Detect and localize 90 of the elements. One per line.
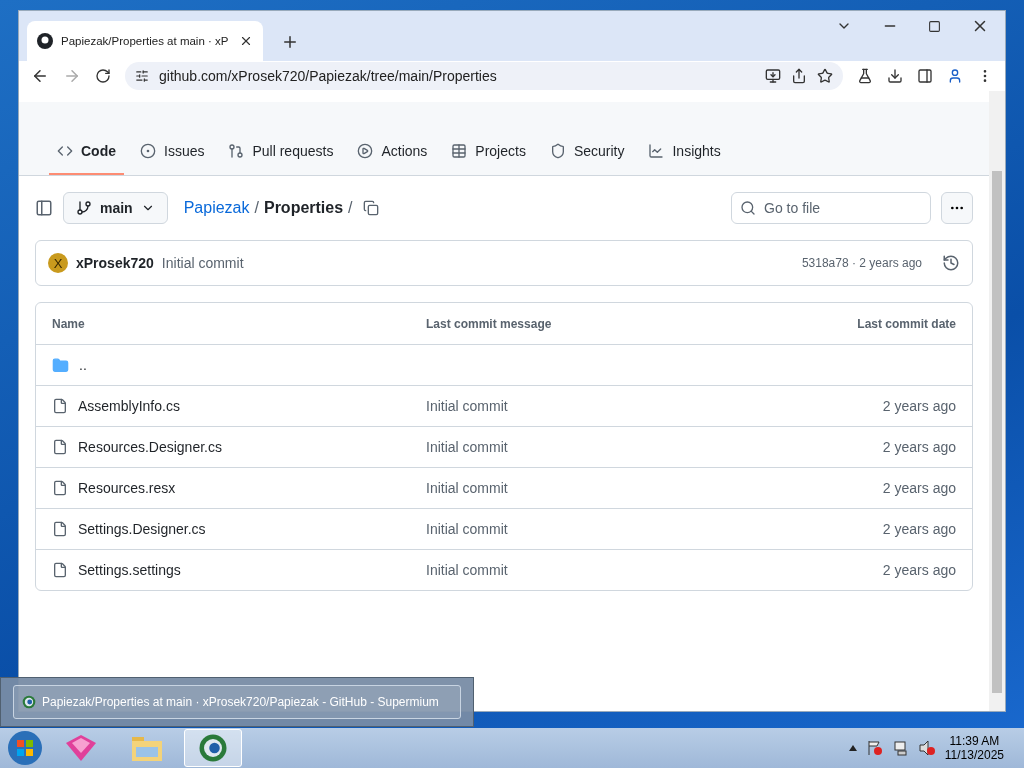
download-icon[interactable] xyxy=(887,68,903,84)
file-row[interactable]: Resources.resx Initial commit 2 years ago xyxy=(36,467,972,508)
column-header: Last commit date xyxy=(856,316,956,331)
start-button[interactable] xyxy=(6,729,44,767)
address-bar[interactable]: github.com/xProsek720/Papiezak/tree/main/Properties xyxy=(125,62,843,90)
side-panel-icon[interactable] xyxy=(35,199,53,217)
url-text: github.com/xProsek720/Papiezak/tree/main/Properties xyxy=(159,68,498,84)
breadcrumb-link[interactable]: Papiezak xyxy=(183,199,250,217)
clock[interactable]: 11:39 AM 11/13/2025 xyxy=(944,734,1004,762)
cube-icon xyxy=(64,733,98,763)
folder-icon xyxy=(52,356,69,374)
maximize-icon[interactable] xyxy=(928,19,941,33)
back-icon[interactable] xyxy=(31,67,49,85)
repo-tab[interactable]: Projects xyxy=(443,129,534,175)
file-name[interactable]: .. xyxy=(79,357,87,373)
code-icon xyxy=(57,143,73,159)
placeholder: Go to file xyxy=(764,200,821,216)
tab-title: Papiezak/Properties at main · xP xyxy=(61,35,230,47)
site-settings-icon[interactable] xyxy=(135,69,149,83)
column-header: Last commit message xyxy=(426,316,553,331)
history-icon[interactable] xyxy=(942,254,960,272)
column-header: Name xyxy=(52,316,86,331)
browser-icon xyxy=(22,695,36,709)
breadcrumb-current: Properties xyxy=(263,199,344,217)
flag-icon[interactable] xyxy=(866,740,883,756)
file-name[interactable]: Settings.Designer.cs xyxy=(78,521,206,537)
browser-icon xyxy=(198,733,228,763)
muted-speaker-icon[interactable] xyxy=(918,740,935,756)
file-name[interactable]: AssemblyInfo.cs xyxy=(78,398,180,414)
network-icon[interactable] xyxy=(892,740,909,756)
breadcrumb-separator: / xyxy=(348,199,353,217)
reload-icon[interactable] xyxy=(95,68,111,84)
commit-message-cell[interactable]: Initial commit xyxy=(426,562,756,578)
commit-message-cell[interactable]: Initial commit xyxy=(426,521,756,537)
file-name[interactable]: Settings.settings xyxy=(78,562,181,578)
file-icon xyxy=(52,562,68,578)
repo-tab[interactable]: Actions xyxy=(349,129,436,175)
browser-tab[interactable]: Papiezak/Properties at main · xP xyxy=(27,21,263,61)
file-row[interactable]: Settings.settings Initial commit 2 years ago xyxy=(36,549,972,590)
go-to-file-field[interactable]: Go to file xyxy=(731,192,931,224)
pull-request-icon xyxy=(228,143,245,159)
avatar: X xyxy=(48,253,68,273)
commit-date-cell-text: 2 years ago xyxy=(881,398,956,414)
branch-button[interactable]: main xyxy=(63,192,168,224)
file-icon xyxy=(52,480,68,496)
star-icon[interactable] xyxy=(817,68,833,84)
commit-message-cell[interactable]: Initial commit xyxy=(426,480,756,496)
repo-tab[interactable]: Pull requests xyxy=(220,129,342,175)
file-icon xyxy=(52,521,68,537)
share-icon[interactable] xyxy=(791,68,807,84)
scrollbar[interactable] xyxy=(989,91,1005,711)
github-logo-icon xyxy=(37,33,53,49)
side-panel-icon[interactable] xyxy=(917,68,933,84)
show-hidden-icons-icon[interactable] xyxy=(848,745,857,751)
close-icon[interactable] xyxy=(239,34,253,48)
graph-icon xyxy=(648,143,665,159)
commit-hash-time[interactable]: 5318a78 · 2 years ago xyxy=(801,256,922,270)
profile-icon[interactable] xyxy=(947,68,963,84)
file-row[interactable]: AssemblyInfo.cs Initial commit 2 years ago xyxy=(36,385,972,426)
copy-icon[interactable] xyxy=(362,200,379,216)
file-icon xyxy=(52,439,68,455)
issue-icon xyxy=(140,143,156,159)
commit-date-cell-text: 2 years ago xyxy=(881,562,956,578)
new-tab-icon[interactable] xyxy=(281,33,299,51)
file-row[interactable]: .. xyxy=(36,344,972,385)
file-icon xyxy=(52,398,68,414)
shield-icon xyxy=(549,143,566,159)
search-icon xyxy=(740,200,756,216)
repo-tab[interactable]: Insights xyxy=(640,129,729,175)
commit-date-cell-text: 2 years ago xyxy=(881,521,956,537)
commit-message[interactable]: Initial commit xyxy=(161,255,244,271)
taskbar-app[interactable] xyxy=(184,729,242,767)
play-icon xyxy=(357,143,374,159)
table-icon xyxy=(451,143,468,159)
file-name[interactable]: Resources.resx xyxy=(78,480,176,496)
file-name[interactable]: Resources.Designer.cs xyxy=(78,439,222,455)
file-row[interactable]: Settings.Designer.cs Initial commit 2 years ago xyxy=(36,508,972,549)
commit-message-cell[interactable]: Initial commit xyxy=(426,398,756,414)
repo-tab[interactable]: Issues xyxy=(132,129,213,175)
commit-author[interactable]: xProsek720 xyxy=(76,255,154,271)
breadcrumb-separator: / xyxy=(254,199,259,217)
commit-message-cell[interactable]: Initial commit xyxy=(426,439,756,455)
branch-icon xyxy=(76,200,92,216)
commit-date-cell-text: 2 years ago xyxy=(881,480,956,496)
install-icon[interactable] xyxy=(765,68,781,84)
repo-tab[interactable]: Security xyxy=(541,129,633,175)
commit-date-cell-text: 2 years ago xyxy=(881,439,956,455)
flask-icon[interactable] xyxy=(857,68,873,84)
file-row[interactable]: Resources.Designer.cs Initial commit 2 years ago xyxy=(36,426,972,467)
repo-tab[interactable]: Code xyxy=(49,129,124,175)
